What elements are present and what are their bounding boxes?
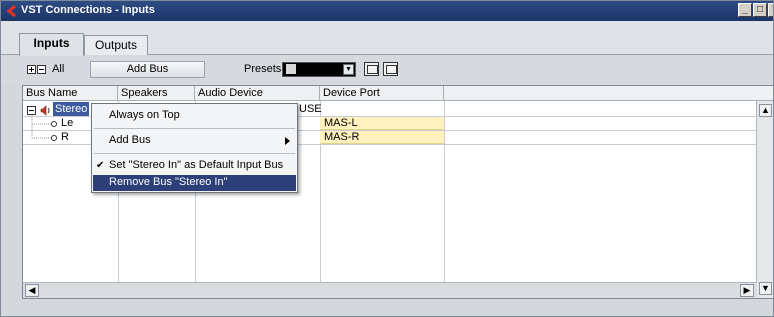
device-port-value: MAS-L	[324, 117, 358, 129]
presets-dropdown[interactable]: ▼	[282, 62, 356, 77]
title-bar[interactable]: VST Connections - Inputs _ □ ×	[1, 1, 773, 21]
menu-item-add-bus[interactable]: Add Bus	[93, 133, 296, 149]
port-icon	[51, 121, 57, 127]
maximize-button[interactable]: □	[753, 3, 767, 17]
collapse-all-icon[interactable]	[37, 64, 46, 74]
menu-item-set-default-input[interactable]: ✔ Set "Stereo In" as Default Input Bus	[93, 158, 296, 174]
expand-all-label: All	[52, 63, 65, 75]
expand-all-icon[interactable]	[27, 64, 36, 74]
menu-separator	[94, 153, 295, 154]
menu-separator	[94, 128, 295, 129]
window-title: VST Connections - Inputs	[21, 4, 155, 16]
menu-item-label: Always on Top	[109, 109, 180, 121]
store-preset-icon[interactable]	[364, 62, 379, 76]
table-header: Bus Name Speakers Audio Device Device Po…	[23, 86, 773, 101]
scroll-left-icon[interactable]: ◀	[25, 284, 39, 297]
col-device-port[interactable]: Device Port	[320, 86, 444, 101]
vertical-scrollbar[interactable]: ▲ ▼	[756, 101, 773, 298]
port-icon	[51, 135, 57, 141]
channel-name[interactable]: Le	[61, 116, 73, 130]
scroll-down-icon[interactable]: ▼	[759, 282, 772, 295]
cubase-logo-icon	[6, 4, 16, 18]
device-port-cell[interactable]: MAS-L	[320, 117, 444, 130]
context-menu: Always on Top Add Bus ✔ Set "Stereo In" …	[91, 103, 298, 193]
tree-connector	[31, 115, 51, 139]
channel-name[interactable]: R	[61, 130, 69, 144]
scroll-up-icon[interactable]: ▲	[759, 104, 772, 117]
audio-device[interactable]: USE	[299, 102, 322, 116]
menu-item-label: Set "Stereo In" as Default Input Bus	[109, 159, 284, 171]
minimize-button[interactable]: _	[738, 3, 752, 17]
horizontal-scrollbar[interactable]: ◀ ▶	[23, 282, 757, 298]
chevron-down-icon[interactable]: ▼	[343, 64, 354, 75]
col-audio-device[interactable]: Audio Device	[195, 86, 320, 101]
menu-item-label: Add Bus	[109, 134, 151, 146]
bus-name[interactable]: Stereo	[53, 102, 90, 116]
tab-bar: Inputs Outputs	[1, 21, 773, 56]
collapse-tree-icon[interactable]	[27, 106, 36, 115]
device-port-value: MAS-R	[324, 131, 360, 143]
menu-item-always-on-top[interactable]: Always on Top	[93, 108, 296, 124]
col-speakers[interactable]: Speakers	[118, 86, 195, 101]
close-button[interactable]: ×	[768, 3, 773, 17]
expand-collapse-all: All	[27, 63, 64, 75]
menu-item-label: Remove Bus "Stereo In"	[109, 176, 228, 188]
tab-outputs[interactable]: Outputs	[84, 35, 148, 55]
menu-item-remove-bus[interactable]: Remove Bus "Stereo In"	[93, 175, 296, 191]
toolbar: All Add Bus Presets ▼	[1, 55, 773, 85]
col-bus-name[interactable]: Bus Name	[23, 86, 118, 101]
device-port-cell[interactable]: MAS-R	[320, 131, 444, 144]
tab-inputs[interactable]: Inputs	[19, 33, 84, 56]
vst-connections-window: VST Connections - Inputs _ □ × Inputs Ou…	[0, 0, 774, 317]
submenu-arrow-icon	[285, 137, 290, 145]
remove-preset-icon[interactable]	[383, 62, 398, 76]
presets-value	[286, 64, 296, 74]
scroll-right-icon[interactable]: ▶	[740, 284, 754, 297]
checkmark-icon: ✔	[96, 160, 105, 171]
add-bus-button[interactable]: Add Bus	[90, 61, 205, 78]
presets-label: Presets	[244, 63, 282, 75]
